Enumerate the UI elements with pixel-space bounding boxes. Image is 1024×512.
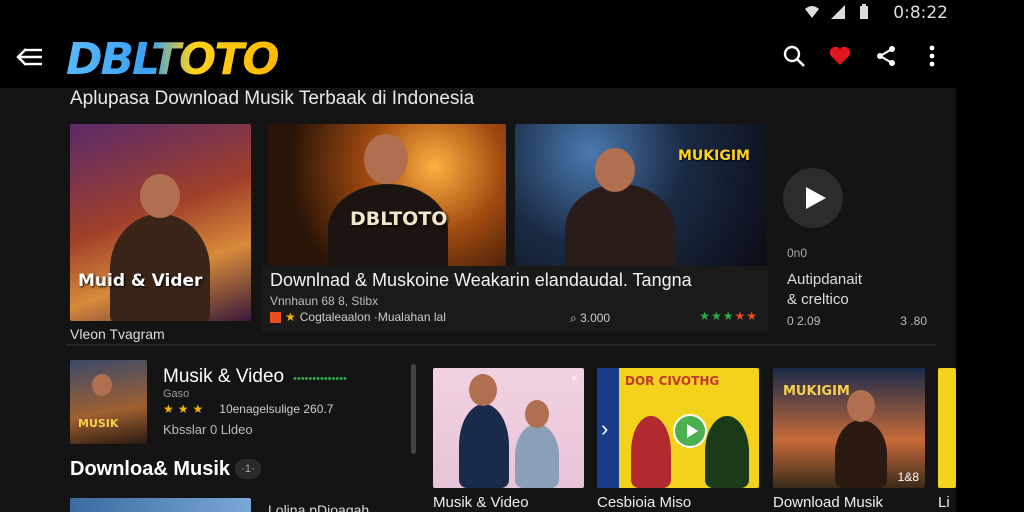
singer-head — [847, 390, 875, 422]
play-button[interactable] — [783, 168, 843, 228]
grid-card-thumbnail[interactable]: × — [433, 368, 584, 488]
views-row: ⌕ 3.000 — [570, 311, 610, 326]
thumbnail-title: MUKIGIM — [678, 148, 750, 164]
page-subtitle: Aplupasa Download Musik Terbaak di Indon… — [70, 88, 475, 109]
star-icon: ★ — [285, 310, 296, 324]
list-item-rating: ★★★ 10enagelsulige 260.7 — [163, 402, 333, 416]
heart-icon[interactable] — [828, 44, 852, 68]
list-item-title-2[interactable]: Lolina pDioagah — [268, 502, 369, 512]
rating-text: 10enagelsulige 260.7 — [219, 402, 334, 416]
thumbnail-title: MUSIK — [78, 417, 119, 430]
thumbnail-title: DBLTOTO — [350, 208, 448, 230]
featured-author: Cogtaleaalon ·Mualahan lal — [299, 310, 446, 324]
close-icon[interactable]: × — [571, 371, 578, 385]
grid-card-thumbnail[interactable]: › DOR CIVOTHG — [597, 368, 759, 488]
app-bar: DBLTOTO — [0, 26, 1024, 88]
grid-card-caption: Musik & Video — [433, 494, 529, 511]
more-vert-icon[interactable] — [920, 44, 944, 68]
singer-figure — [459, 404, 509, 488]
featured-video-thumbnail-2[interactable]: MUKIGIM — [515, 124, 766, 266]
grid-card-thumbnail[interactable] — [938, 368, 956, 488]
thumbnail-title: DOR CIVOTHG — [625, 374, 720, 388]
list-item-thumbnail[interactable]: MUSIK — [70, 360, 147, 444]
app-logo[interactable]: DBLTOTO — [66, 36, 280, 84]
singer-figure — [565, 184, 675, 266]
list-item-meta: Kbsslar 0 Lldeo — [163, 422, 253, 437]
singer-figure — [705, 416, 749, 488]
singer-head — [364, 134, 408, 184]
wifi-icon — [805, 6, 819, 18]
signal-icon — [831, 5, 845, 19]
featured-views: 3.000 — [580, 311, 611, 325]
grid-card-caption: Cesbioia Miso — [597, 494, 692, 511]
rating-stars: ★★★★★ — [699, 309, 758, 323]
status-time: 0:8:22 — [893, 3, 948, 23]
play-icon — [806, 187, 826, 209]
singer-head — [140, 174, 180, 218]
featured-card-thumbnail[interactable]: Muid & Vider — [70, 124, 251, 321]
singer-figure — [515, 424, 559, 488]
grid-card[interactable]: › DOR CIVOTHG — [597, 368, 759, 488]
list-item-subtitle: Gaso — [163, 388, 190, 400]
grid-card-thumbnail[interactable]: MUKIGIM 1&8 — [773, 368, 925, 488]
play-button[interactable] — [673, 414, 707, 448]
main-content: Aplupasa Download Musik Terbaak di Indon… — [0, 88, 956, 512]
section-title: Downloa& Musik — [70, 458, 231, 480]
list-item-thumbnail-2[interactable] — [70, 498, 251, 512]
featured-subtitle: Vnnhaun 68 8, Stibx — [270, 294, 379, 308]
side-label: 0n0 — [787, 246, 808, 260]
list-item-title[interactable]: Musik & Video — [163, 366, 284, 388]
battery-icon — [860, 4, 868, 19]
singer-head — [525, 400, 549, 428]
scrollbar[interactable] — [411, 364, 416, 454]
grid-card-caption: Li — [938, 494, 950, 511]
side-title-line: Autipdanait — [787, 271, 863, 288]
grid-card-caption: Download Musik — [773, 494, 884, 511]
section-divider — [66, 344, 936, 346]
rating-dots: •••••••••••••• — [293, 373, 347, 385]
author-row: ★ Cogtaleaalon ·Mualahan lal — [270, 310, 446, 324]
right-edge-strip — [956, 88, 1024, 512]
singer-head — [469, 374, 497, 406]
star-rating: ★★★ — [163, 402, 208, 416]
section-badge[interactable]: ·1· — [235, 459, 261, 479]
singer-figure — [835, 420, 887, 488]
search-icon: ⌕ — [570, 311, 581, 325]
thumbnail-tag: 1&8 — [897, 470, 919, 484]
share-icon[interactable] — [874, 44, 898, 68]
status-bar: 0:8:22 — [0, 0, 1024, 26]
side-title-line: & creltico — [787, 291, 849, 308]
featured-info-panel[interactable]: Downlnad & Muskoine Weakarin elandaudal.… — [262, 266, 768, 332]
thumbnail-title: Muid & Vider — [78, 271, 203, 291]
thumbnail-title: MUKIGIM — [783, 384, 850, 399]
grid-card[interactable]: × — [433, 368, 584, 488]
singer-head — [92, 374, 112, 396]
singer-head — [595, 148, 635, 192]
featured-title: Downlnad & Muskoine Weakarin elandaudal.… — [270, 270, 692, 290]
grid-card[interactable] — [938, 368, 956, 488]
play-icon — [687, 424, 698, 438]
grid-card[interactable]: MUKIGIM 1&8 — [773, 368, 925, 488]
chevron-right-icon[interactable]: › — [601, 416, 608, 442]
side-meta-left: 0 2.09 — [787, 314, 821, 328]
side-meta-right: 3 .80 — [900, 314, 927, 328]
card-caption: Vleon Tvagram — [70, 326, 165, 342]
search-icon[interactable] — [782, 44, 806, 68]
channel-icon — [270, 311, 281, 323]
side-title: Autipdanait & creltico — [787, 270, 862, 310]
menu-back-icon[interactable] — [16, 44, 44, 70]
singer-figure — [110, 214, 210, 321]
featured-video-thumbnail[interactable]: DBLTOTO — [268, 124, 506, 266]
singer-figure — [631, 416, 671, 488]
side-meta: 0 2.09 3 .80 — [787, 314, 927, 328]
